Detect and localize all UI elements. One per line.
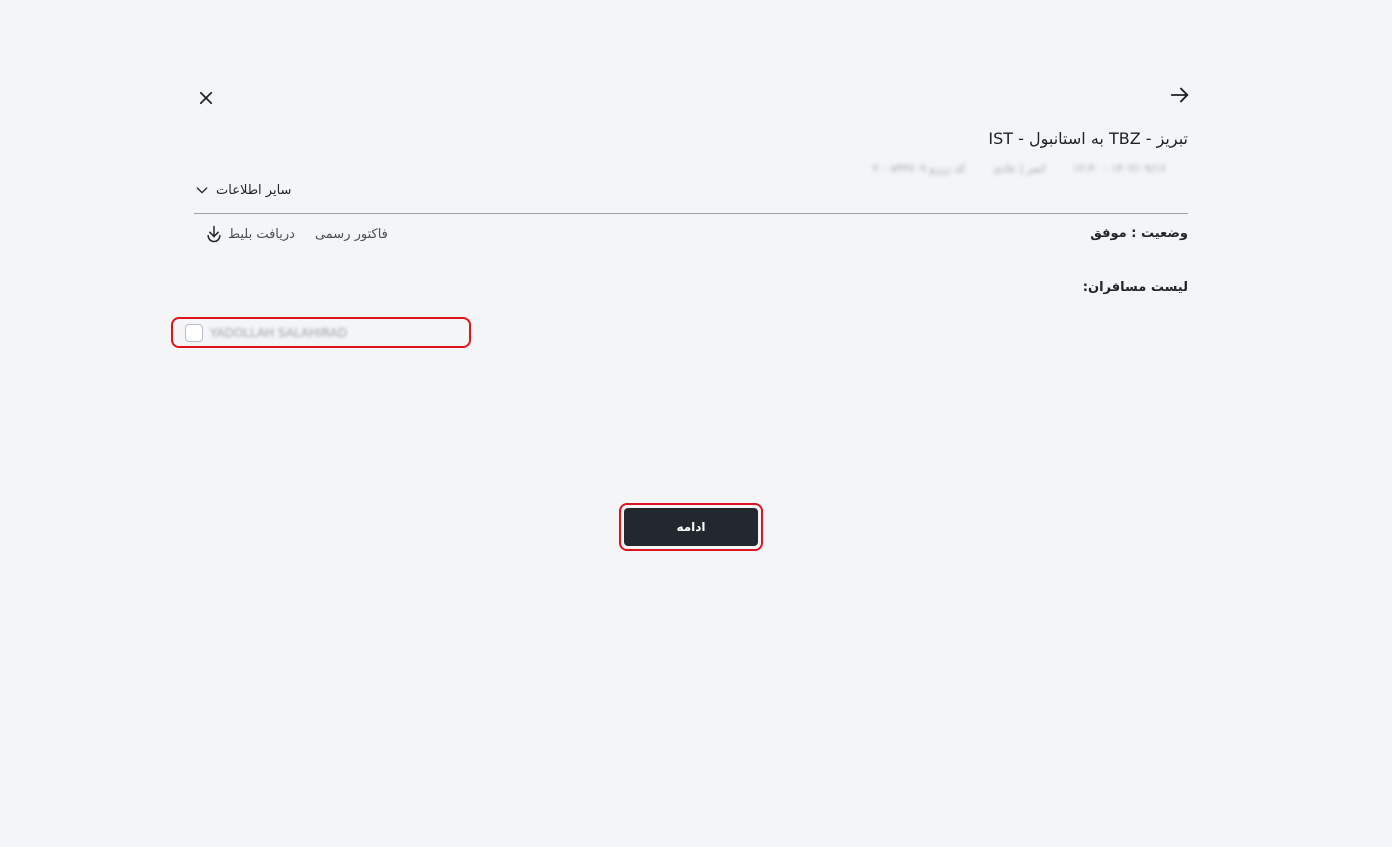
passenger-checkbox[interactable] [185,323,203,342]
download-ticket-link[interactable]: دریافت بلیط [204,224,295,244]
download-ticket-label: دریافت بلیط [228,226,295,242]
continue-button-highlight: ادامه [619,503,763,551]
download-icon [207,225,221,243]
arrow-right-icon[interactable] [1169,84,1191,106]
more-info-toggle[interactable]: سایر اطلاعات [194,182,291,198]
chevron-down-icon [196,187,208,194]
close-icon[interactable] [197,89,215,107]
passenger-item[interactable]: YADOLLAH SALAHIRAD [171,317,471,348]
section-divider [194,213,1188,214]
official-invoice-link[interactable]: فاکتور رسمی [315,227,388,242]
passenger-name: YADOLLAH SALAHIRAD [210,325,348,340]
booking-order-code: کد رزرو ۲۰۰۸۴۴۷۰۹ [872,162,966,175]
more-info-label: سایر اطلاعات [216,182,292,198]
ticket-details-page: تبریز - TBZ به استانبول - IST ۱۴۰۲/۰۹/۱۶… [0,0,1392,847]
ticket-actions: دریافت بلیط فاکتور رسمی [204,224,388,244]
passengers-heading: لیست مسافران: [1082,280,1188,295]
continue-button[interactable]: ادامه [624,508,758,546]
booking-flight-info: اتمر | عادی [992,162,1046,175]
booking-meta: ۱۴۰۲/۰۹/۱۶ - ۱۲:۳۰ اتمر | عادی کد رزرو ۲… [849,162,1166,175]
booking-status: وضعیت : موفق [1090,226,1188,241]
route-title: تبریز - TBZ به استانبول - IST [988,129,1188,148]
booking-date-time: ۱۴۰۲/۰۹/۱۶ - ۱۲:۳۰ [1073,162,1166,175]
